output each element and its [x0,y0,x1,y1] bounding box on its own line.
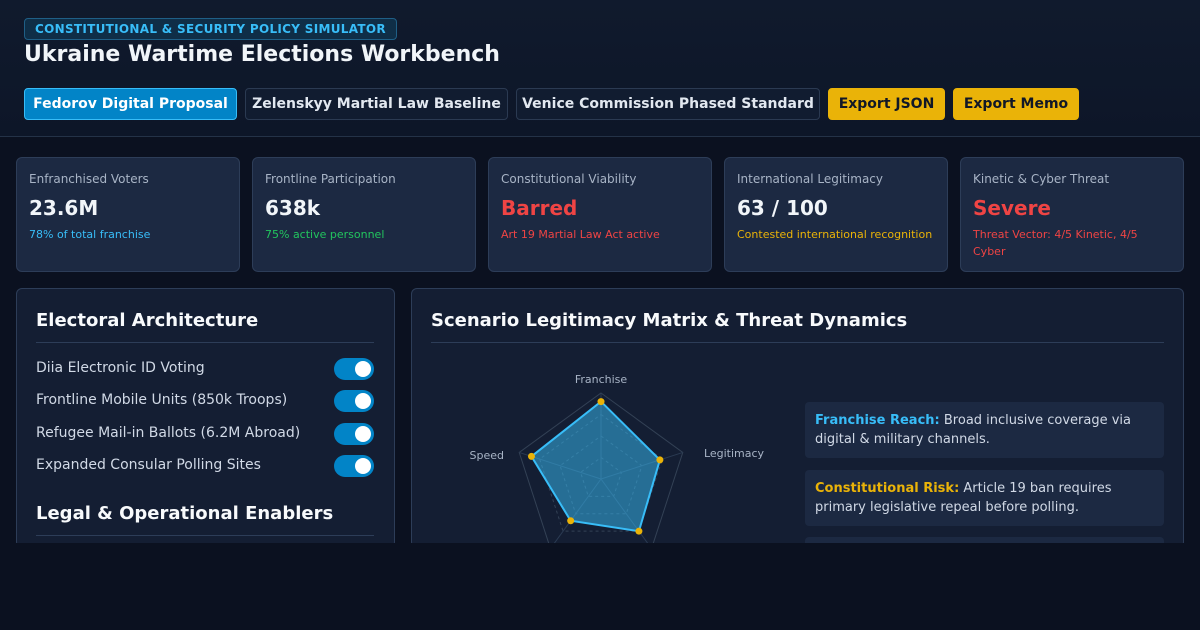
scenario-button-venice[interactable]: Venice Commission Phased Standard [516,88,820,120]
scenario-button-zelenskyy[interactable]: Zelenskyy Martial Law Baseline [245,88,508,120]
export-json-button[interactable]: Export JSON [828,88,945,120]
metric-value: Barred [501,196,578,220]
metric-sub: Threat Vector: 4/5 Kinetic, 4/5 Cyber [973,228,1138,258]
enablers-title: Legal & Operational Enablers [36,503,334,524]
toggle-row-diia: Diia Electronic ID Voting [36,358,374,380]
metric-value: 638k [265,196,321,220]
architecture-title: Electoral Architecture [36,310,259,331]
matrix-title: Scenario Legitimacy Matrix & Threat Dyna… [431,310,908,331]
insight-key: Franchise Reach: [815,413,940,428]
metric-value: 63 / 100 [737,196,828,220]
toggle-label: Expanded Consular Polling Sites [36,457,261,473]
toggle-switch-refugee[interactable] [334,423,374,445]
metric-sub: Contested international recognition [737,228,933,241]
page-bottom [0,543,1200,630]
toggle-switch-frontline[interactable] [334,390,374,412]
toggle-switch-consular[interactable] [334,455,374,477]
metric-label: Enfranchised Voters [29,172,149,186]
metric-label: Frontline Participation [265,172,396,186]
metric-sub: 78% of total franchise [29,228,151,241]
metric-label: International Legitimacy [737,172,883,186]
divider [36,342,374,343]
insight-constitutional-risk: Constitutional Risk: Article 19 ban requ… [805,470,1164,526]
toggle-knob [355,361,371,377]
insight-key: Constitutional Risk: [815,481,960,496]
metric-card-voters: Enfranchised Voters 23.6M 78% of total f… [16,157,240,272]
legitimacy-radar-chart: Franchise Legitimacy Speed [470,373,765,550]
radar-data-point [597,398,605,406]
radar-axis-label: Franchise [575,373,628,386]
metric-sub: 75% active personnel [265,228,385,241]
toggle-label: Refugee Mail-in Ballots (6.2M Abroad) [36,425,301,441]
toggle-label: Diia Electronic ID Voting [36,360,205,376]
metric-label: Kinetic & Cyber Threat [973,172,1110,186]
radar-axis-label: Legitimacy [704,447,765,460]
radar-data-point [656,456,664,464]
toggle-row-consular: Expanded Consular Polling Sites [36,455,374,477]
radar-data-point [527,452,535,460]
toggle-knob [355,393,371,409]
toggle-row-frontline: Frontline Mobile Units (850k Troops) [36,390,374,412]
toggle-switch-diia[interactable] [334,358,374,380]
metric-label: Constitutional Viability [501,172,637,186]
toggle-knob [355,458,371,474]
app-tag: CONSTITUTIONAL & SECURITY POLICY SIMULAT… [24,18,397,40]
radar-data-point [567,517,575,525]
export-memo-button[interactable]: Export Memo [953,88,1079,120]
metric-sub: Art 19 Martial Law Act active [501,228,660,241]
metric-card-legitimacy: International Legitimacy 63 / 100 Contes… [724,157,948,272]
radar-axis-label: Speed [470,449,504,462]
toggle-knob [355,426,371,442]
metric-value: Severe [973,196,1051,220]
toggle-row-refugee: Refugee Mail-in Ballots (6.2M Abroad) [36,423,374,445]
insight-franchise-reach: Franchise Reach: Broad inclusive coverag… [805,402,1164,458]
metric-value: 23.6M [29,196,99,220]
metric-card-threat: Kinetic & Cyber Threat Severe Threat Vec… [960,157,1184,272]
metric-card-constitutional: Constitutional Viability Barred Art 19 M… [488,157,712,272]
header: CONSTITUTIONAL & SECURITY POLICY SIMULAT… [0,0,1200,137]
radar-series-area [530,400,662,533]
electoral-architecture-panel: Electoral Architecture Diia Electronic I… [16,288,395,548]
toggle-label: Frontline Mobile Units (850k Troops) [36,392,288,408]
radar-data-point [635,527,643,535]
legitimacy-matrix-panel: Scenario Legitimacy Matrix & Threat Dyna… [411,288,1184,567]
metric-card-frontline: Frontline Participation 638k 75% active … [252,157,476,272]
page-title: Ukraine Wartime Elections Workbench [24,42,500,67]
scenario-button-fedorov[interactable]: Fedorov Digital Proposal [24,88,237,120]
divider [36,535,374,536]
divider [431,342,1164,343]
